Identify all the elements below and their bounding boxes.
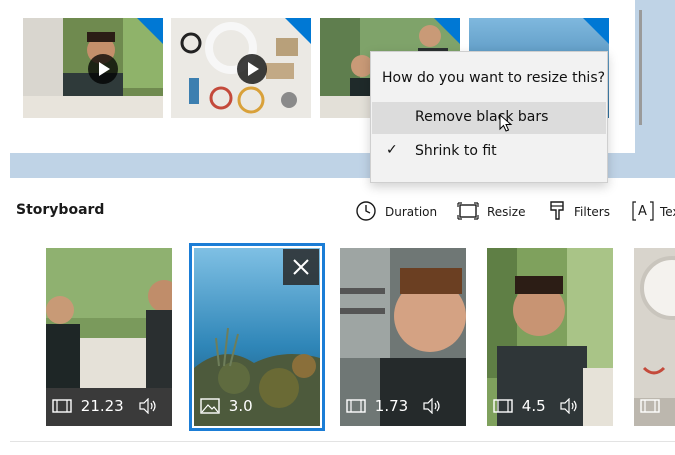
clock-icon: [356, 201, 376, 221]
resize-label: Resize: [487, 205, 526, 219]
resize-options-menu: How do you want to resize this? Remove b…: [370, 51, 608, 183]
filters-label: Filters: [574, 205, 610, 219]
storyboard-card[interactable]: 4.5: [487, 248, 613, 426]
remove-card-button[interactable]: [283, 249, 319, 285]
video-clip-icon: [493, 398, 513, 413]
library-scrollbar[interactable]: [639, 10, 642, 125]
card-duration: 4.5: [521, 396, 546, 415]
svg-text:A: A: [638, 204, 647, 219]
checkmark-icon: ✓: [386, 142, 398, 158]
card-meta: 21.23: [52, 396, 159, 418]
selected-corner-icon: [285, 18, 311, 44]
storyboard-card[interactable]: 21.23: [46, 248, 172, 426]
storyboard-title: Storyboard: [16, 202, 105, 218]
card-duration: 1.73: [374, 396, 409, 415]
selected-corner-icon: [583, 18, 609, 44]
resize-icon: [457, 202, 479, 220]
card-duration: 21.23: [80, 396, 124, 415]
card-meta: 1.73: [346, 396, 443, 418]
close-icon: [293, 259, 309, 275]
thumb1-corner-holder: [23, 18, 163, 118]
menu-item-shrink-to-fit[interactable]: ✓ Shrink to fit: [372, 136, 606, 168]
storyboard-card-partial[interactable]: [634, 248, 675, 426]
card-meta: 3.0: [200, 396, 253, 418]
speaker-icon: [138, 397, 156, 414]
menu-item-label: Remove black bars: [415, 109, 549, 125]
text-label: Tex: [660, 205, 675, 219]
selected-corner-icon: [434, 18, 460, 44]
video-clip-icon: [640, 399, 660, 413]
filters-icon: [550, 201, 564, 220]
video-clip-icon: [52, 398, 72, 413]
duration-label: Duration: [385, 205, 438, 219]
menu-item-label: Shrink to fit: [415, 143, 497, 159]
speaker-icon: [560, 397, 578, 414]
video-clip-icon: [346, 398, 366, 413]
storyboard-card[interactable]: 1.73: [340, 248, 466, 426]
text-icon: A: [632, 201, 654, 221]
card-duration: 3.0: [228, 396, 253, 415]
card-meta: 4.5: [493, 396, 580, 418]
mouse-cursor-icon: [499, 114, 513, 132]
image-icon: [200, 397, 220, 414]
speaker-icon: [423, 397, 440, 414]
selected-corner-icon: [137, 18, 163, 44]
thumb2-corner-holder: [171, 18, 311, 118]
menu-item-remove-black-bars[interactable]: Remove black bars: [372, 102, 606, 134]
menu-title: How do you want to resize this?: [382, 70, 606, 86]
divider: [10, 441, 675, 442]
